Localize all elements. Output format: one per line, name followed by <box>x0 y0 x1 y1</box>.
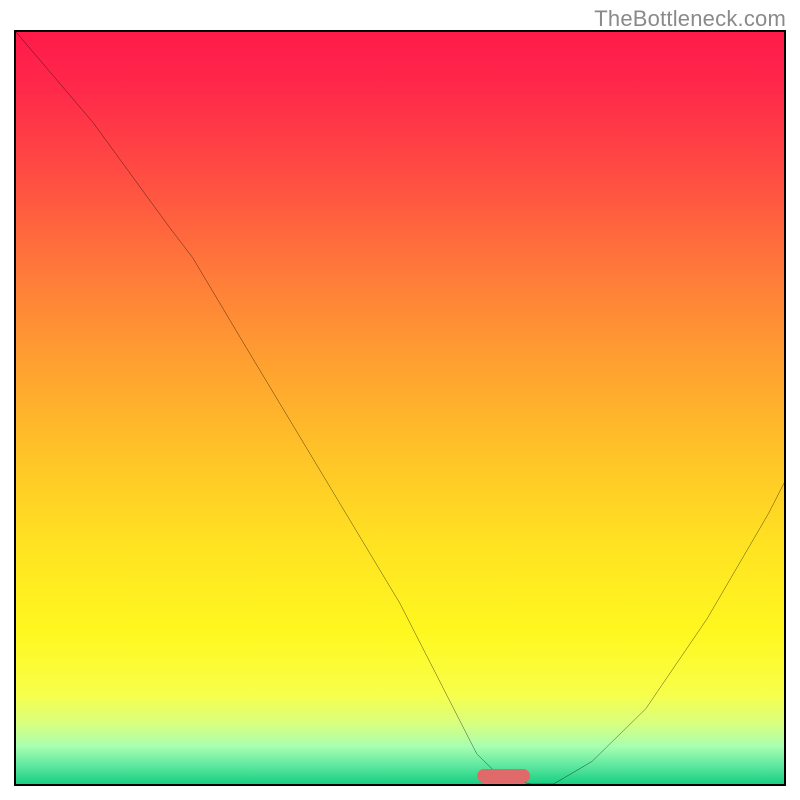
watermark-text: TheBottleneck.com <box>594 6 786 32</box>
optimal-marker <box>477 769 531 783</box>
curve-path <box>16 32 784 784</box>
bottleneck-curve <box>16 32 784 784</box>
chart-frame <box>14 30 786 786</box>
